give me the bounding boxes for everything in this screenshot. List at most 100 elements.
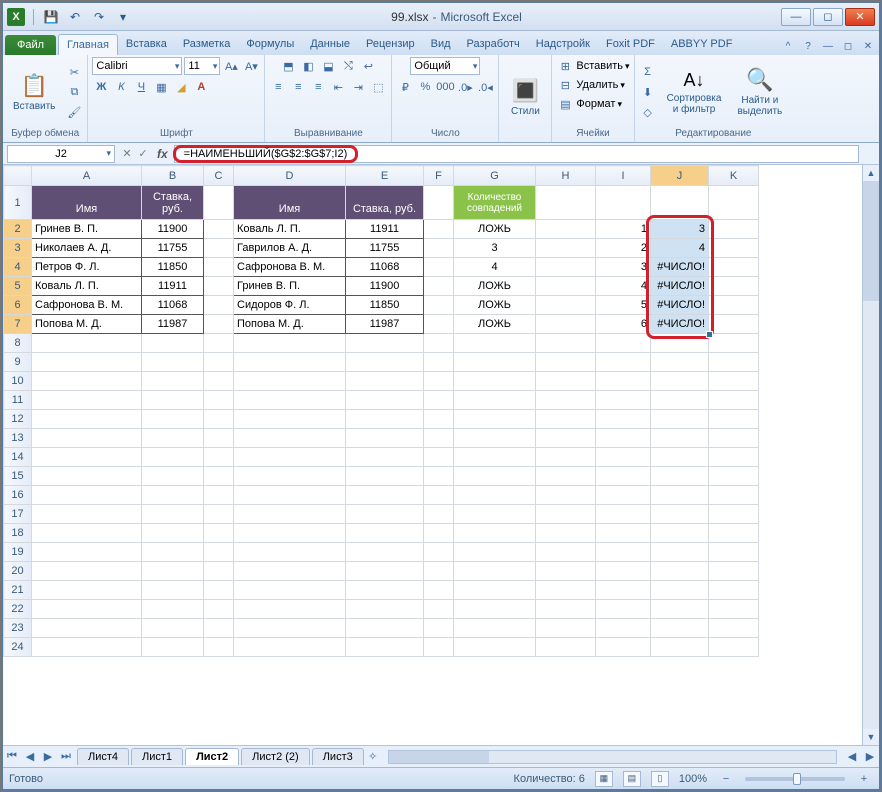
cell-C18[interactable] <box>204 524 234 543</box>
cell-D17[interactable] <box>234 505 346 524</box>
ribbon-tab-главная[interactable]: Главная <box>58 34 118 55</box>
cell-B15[interactable] <box>142 467 204 486</box>
cell-A12[interactable] <box>32 410 142 429</box>
cell-B18[interactable] <box>142 524 204 543</box>
sheet-tab[interactable]: Лист3 <box>312 748 364 765</box>
cell-H13[interactable] <box>536 429 596 448</box>
cell-F15[interactable] <box>424 467 454 486</box>
cell-K12[interactable] <box>709 410 759 429</box>
ribbon-tab-вставка[interactable]: Вставка <box>118 34 175 55</box>
maximize-button[interactable]: ◻ <box>813 8 843 26</box>
cell-F6[interactable] <box>424 296 454 315</box>
row-header-11[interactable]: 11 <box>4 391 32 410</box>
cell-K8[interactable] <box>709 334 759 353</box>
cell-K22[interactable] <box>709 600 759 619</box>
cell-D7[interactable]: Попова М. Д. <box>234 315 346 334</box>
cell-B16[interactable] <box>142 486 204 505</box>
increase-decimal-icon[interactable]: .0▸ <box>456 78 474 96</box>
sheet-nav-first-icon[interactable]: ⏮ <box>3 749 21 765</box>
cell-D10[interactable] <box>234 372 346 391</box>
cell-I21[interactable] <box>596 581 651 600</box>
normal-view-icon[interactable]: ▦ <box>595 771 613 787</box>
cell-C17[interactable] <box>204 505 234 524</box>
cell-G11[interactable] <box>454 391 536 410</box>
cell-F11[interactable] <box>424 391 454 410</box>
cell-C21[interactable] <box>204 581 234 600</box>
cell-J20[interactable] <box>651 562 709 581</box>
cell-C7[interactable] <box>204 315 234 334</box>
cell-D2[interactable]: Коваль Л. П. <box>234 220 346 239</box>
cell-G20[interactable] <box>454 562 536 581</box>
cell-G1[interactable]: Количествосовпадений <box>454 186 536 220</box>
cell-I10[interactable] <box>596 372 651 391</box>
scroll-right-icon[interactable]: ▶ <box>861 749 879 765</box>
cell-K3[interactable] <box>709 239 759 258</box>
cell-H21[interactable] <box>536 581 596 600</box>
cell-J12[interactable] <box>651 410 709 429</box>
cell-B10[interactable] <box>142 372 204 391</box>
cell-I4[interactable]: 3 <box>596 258 651 277</box>
cell-A8[interactable] <box>32 334 142 353</box>
bold-icon[interactable]: Ж <box>92 78 110 96</box>
cell-D8[interactable] <box>234 334 346 353</box>
align-bottom-icon[interactable]: ⬓ <box>319 57 337 75</box>
ribbon-tab-рецензир[interactable]: Рецензир <box>358 34 423 55</box>
cell-G19[interactable] <box>454 543 536 562</box>
grow-font-icon[interactable]: A▴ <box>222 57 240 75</box>
cell-D14[interactable] <box>234 448 346 467</box>
cell-G12[interactable] <box>454 410 536 429</box>
redo-icon[interactable]: ↷ <box>90 8 108 26</box>
cell-G14[interactable] <box>454 448 536 467</box>
cell-C6[interactable] <box>204 296 234 315</box>
cell-K2[interactable] <box>709 220 759 239</box>
cell-F14[interactable] <box>424 448 454 467</box>
cell-B19[interactable] <box>142 543 204 562</box>
column-header-B[interactable]: B <box>142 166 204 186</box>
cell-D18[interactable] <box>234 524 346 543</box>
help-icon[interactable]: ? <box>799 39 817 53</box>
percent-icon[interactable]: % <box>416 78 434 96</box>
cell-D5[interactable]: Гринев В. П. <box>234 277 346 296</box>
cell-C9[interactable] <box>204 353 234 372</box>
cell-K20[interactable] <box>709 562 759 581</box>
find-select-button[interactable]: 🔍 Найти и выделить <box>731 65 788 119</box>
sheet-tab[interactable]: Лист2 (2) <box>241 748 310 765</box>
cell-D20[interactable] <box>234 562 346 581</box>
cell-I16[interactable] <box>596 486 651 505</box>
cell-D6[interactable]: Сидоров Ф. Л. <box>234 296 346 315</box>
cell-A5[interactable]: Коваль Л. П. <box>32 277 142 296</box>
sheet-nav-last-icon[interactable]: ⏭ <box>57 749 75 765</box>
ribbon-tab-данные[interactable]: Данные <box>302 34 358 55</box>
ribbon-tab-вид[interactable]: Вид <box>423 34 459 55</box>
cells-delete-button[interactable]: ⊟Удалить ▾ <box>556 76 625 94</box>
cell-C2[interactable] <box>204 220 234 239</box>
cell-A10[interactable] <box>32 372 142 391</box>
fill-color-icon[interactable]: ◢ <box>172 78 190 96</box>
cell-G18[interactable] <box>454 524 536 543</box>
cell-I12[interactable] <box>596 410 651 429</box>
cell-J13[interactable] <box>651 429 709 448</box>
cell-B7[interactable]: 11987 <box>142 315 204 334</box>
doc-close-icon[interactable]: ✕ <box>859 39 877 53</box>
cell-B13[interactable] <box>142 429 204 448</box>
cell-H22[interactable] <box>536 600 596 619</box>
row-header-19[interactable]: 19 <box>4 543 32 562</box>
cell-J14[interactable] <box>651 448 709 467</box>
align-middle-icon[interactable]: ◧ <box>299 57 317 75</box>
cell-H18[interactable] <box>536 524 596 543</box>
cell-E20[interactable] <box>346 562 424 581</box>
sort-filter-button[interactable]: A↓ Сортировка и фильтр <box>661 68 728 117</box>
cell-J6[interactable]: #ЧИСЛО! <box>651 296 709 315</box>
cell-D12[interactable] <box>234 410 346 429</box>
cell-B11[interactable] <box>142 391 204 410</box>
cell-C1[interactable] <box>204 186 234 220</box>
column-header-I[interactable]: I <box>596 166 651 186</box>
ribbon-tab-формулы[interactable]: Формулы <box>238 34 302 55</box>
cell-I24[interactable] <box>596 638 651 657</box>
cell-J15[interactable] <box>651 467 709 486</box>
cell-G10[interactable] <box>454 372 536 391</box>
cell-E2[interactable]: 11911 <box>346 220 424 239</box>
cell-D15[interactable] <box>234 467 346 486</box>
cell-D24[interactable] <box>234 638 346 657</box>
cell-J9[interactable] <box>651 353 709 372</box>
